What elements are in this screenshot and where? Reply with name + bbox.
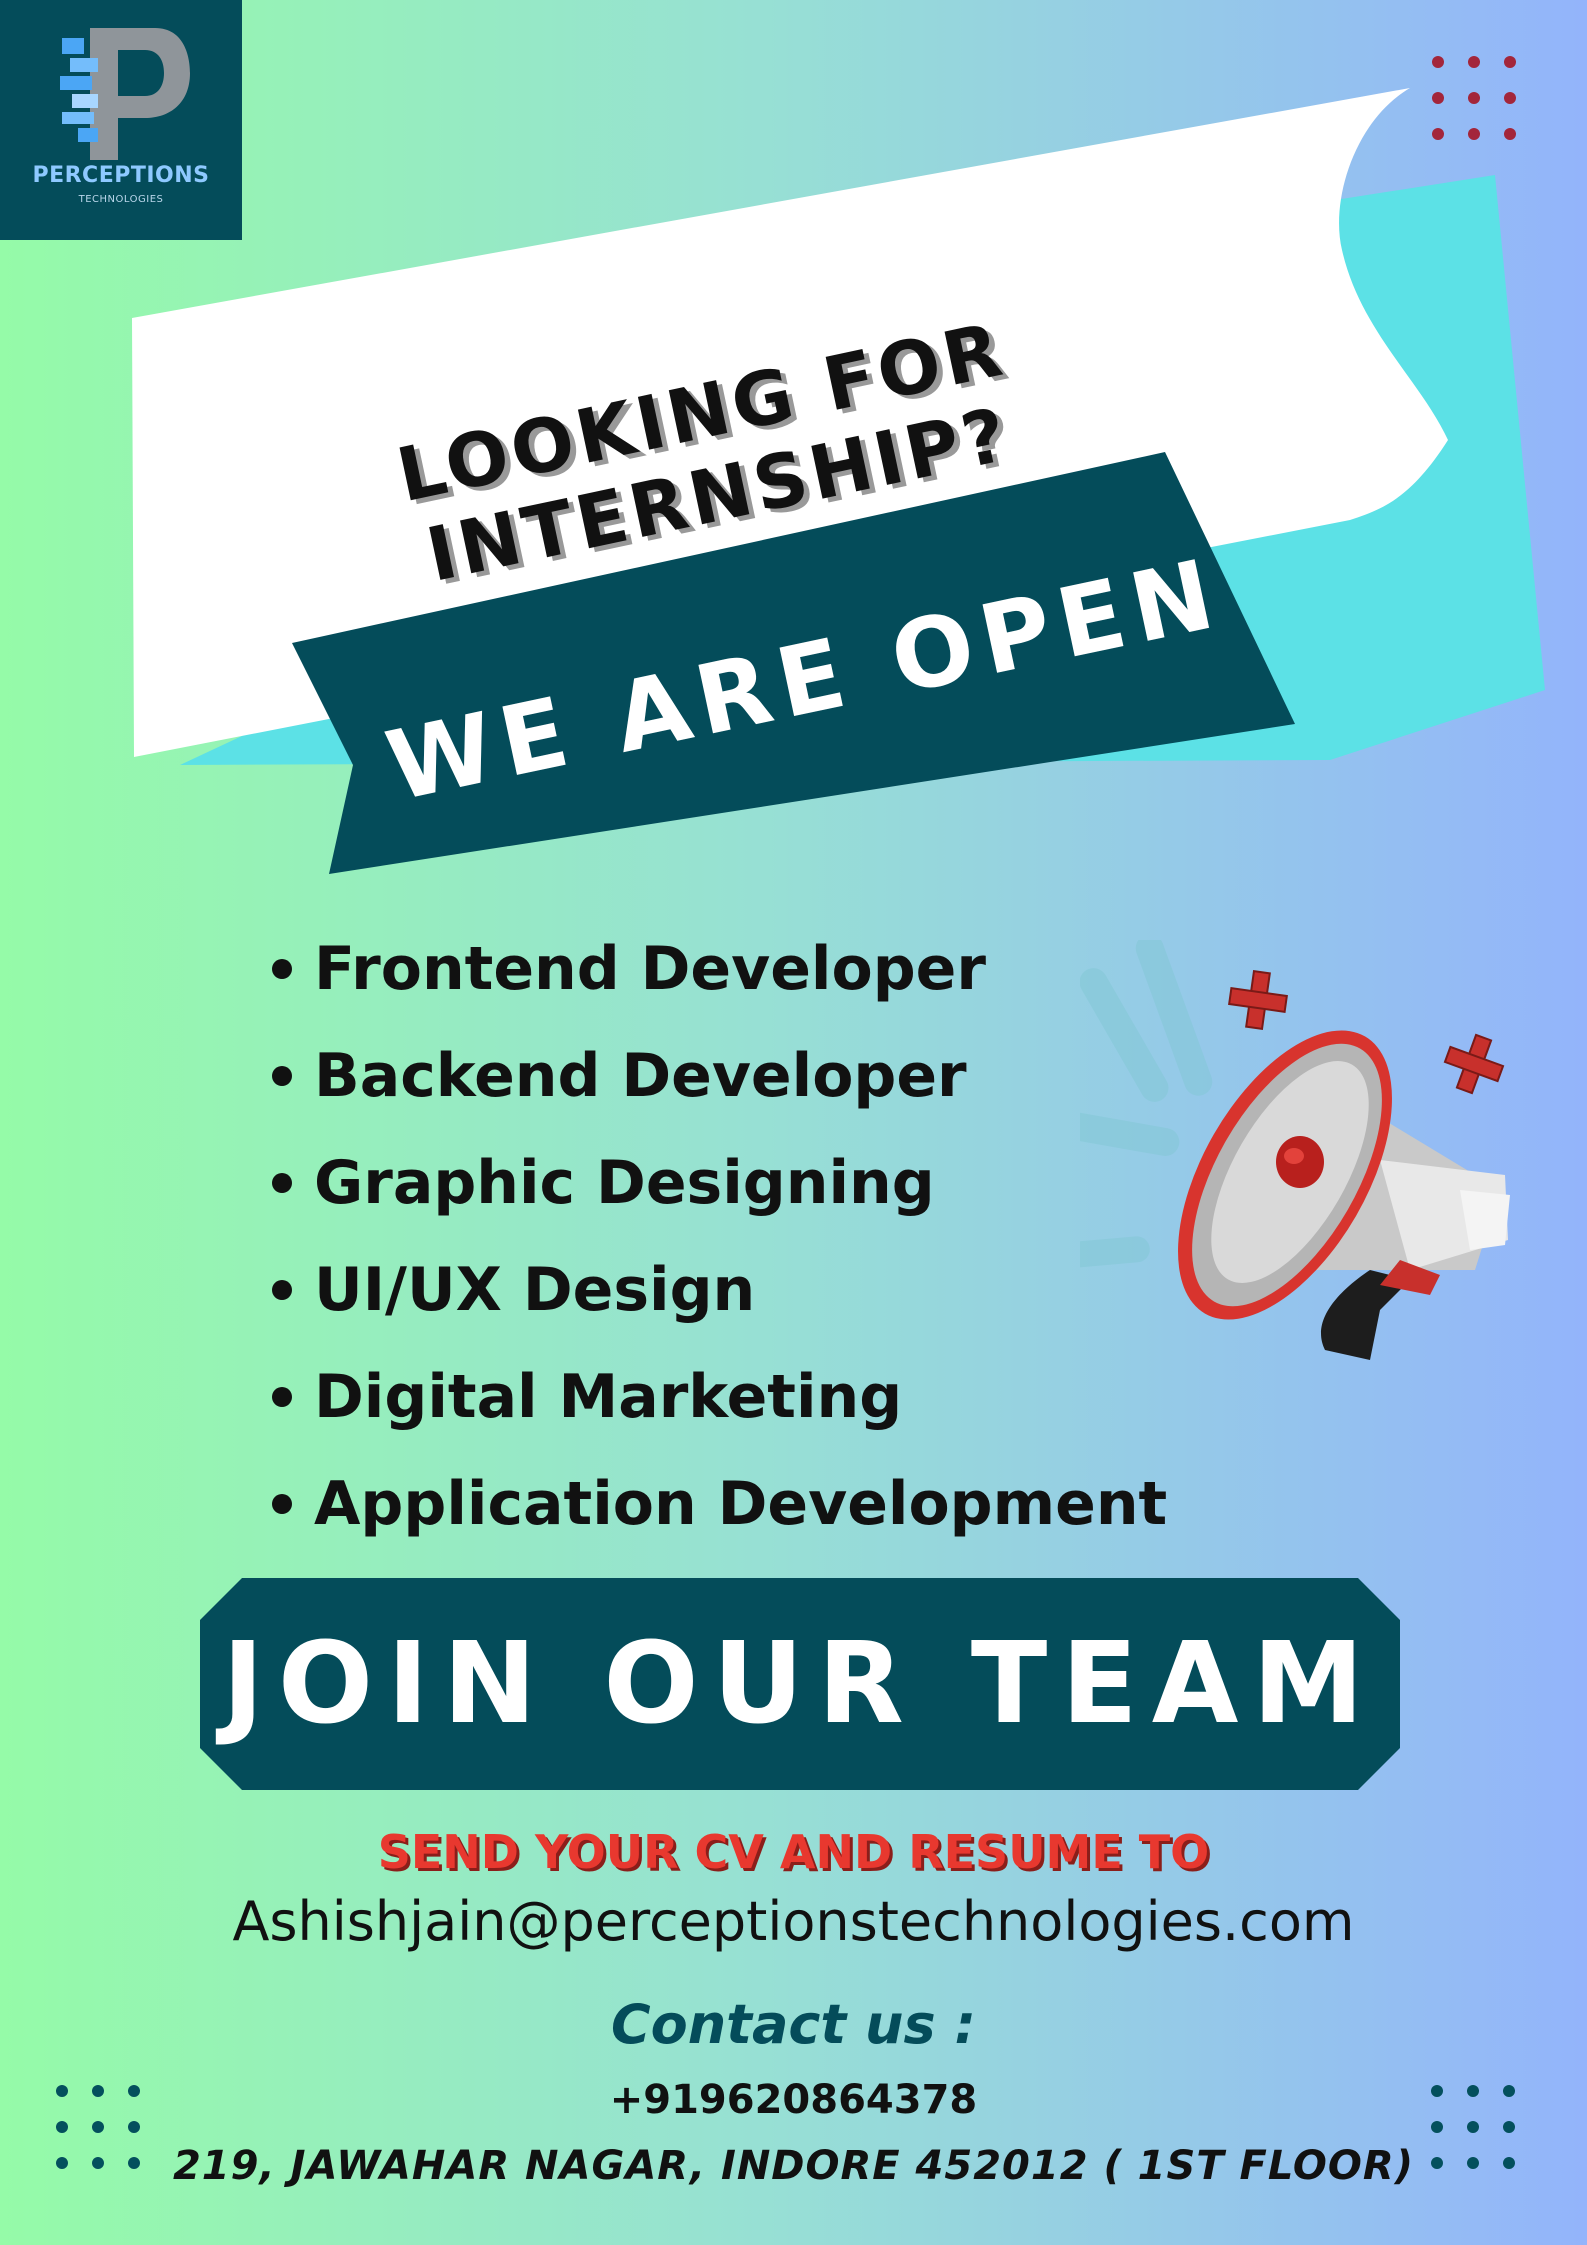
poster: PERCEPTIONS TECHNOLOGIES LOOKING FOR INT… [0,0,1587,2245]
position-label: Application Development [314,1468,1168,1539]
join-our-team-label: JOIN OUR TEAM [222,1619,1378,1749]
bullet-icon [272,1279,292,1300]
bullet-icon [272,1065,292,1086]
positions-list: Frontend Developer Backend Developer Gra… [272,915,1167,1557]
megaphone-icon [1080,940,1510,1360]
bullet-icon [272,1172,292,1193]
dot-grid-bottom-left [56,2085,140,2169]
list-item: Application Development [272,1450,1167,1557]
list-item: Backend Developer [272,1022,1167,1129]
position-label: Backend Developer [314,1040,967,1111]
contact-email-link[interactable]: Ashishjain@perceptionstechnologies.com [0,1890,1587,1953]
position-label: Frontend Developer [314,933,986,1004]
position-label: Digital Marketing [314,1361,903,1432]
logo-name: PERCEPTIONS [32,163,210,188]
list-item: UI/UX Design [272,1236,1167,1343]
list-item: Graphic Designing [272,1129,1167,1236]
position-label: Graphic Designing [314,1147,935,1218]
plus-icon [1443,1033,1505,1095]
plus-icon [1228,970,1288,1030]
position-label: UI/UX Design [314,1254,756,1325]
list-item: Digital Marketing [272,1343,1167,1450]
send-cv-heading: SEND YOUR CV AND RESUME TO [377,1825,1210,1879]
logo-p-icon [60,28,190,160]
bullet-icon [272,1493,292,1514]
contact-phone-link[interactable]: +919620864378 [0,2077,1587,2123]
contact-heading: Contact us : [610,1993,977,2056]
company-logo: PERCEPTIONS TECHNOLOGIES [0,0,242,240]
list-item: Frontend Developer [272,915,1167,1022]
bullet-icon [272,1386,292,1407]
dot-grid-bottom-right [1431,2085,1515,2169]
contact-address: 219, JAWAHAR NAGAR, INDORE 452012 ( 1ST … [172,2143,1415,2189]
logo-tagline: TECHNOLOGIES [78,194,164,205]
bullet-icon [272,958,292,979]
join-our-team-button[interactable]: JOIN OUR TEAM [200,1578,1400,1790]
dot-grid-top-right [1432,56,1516,140]
